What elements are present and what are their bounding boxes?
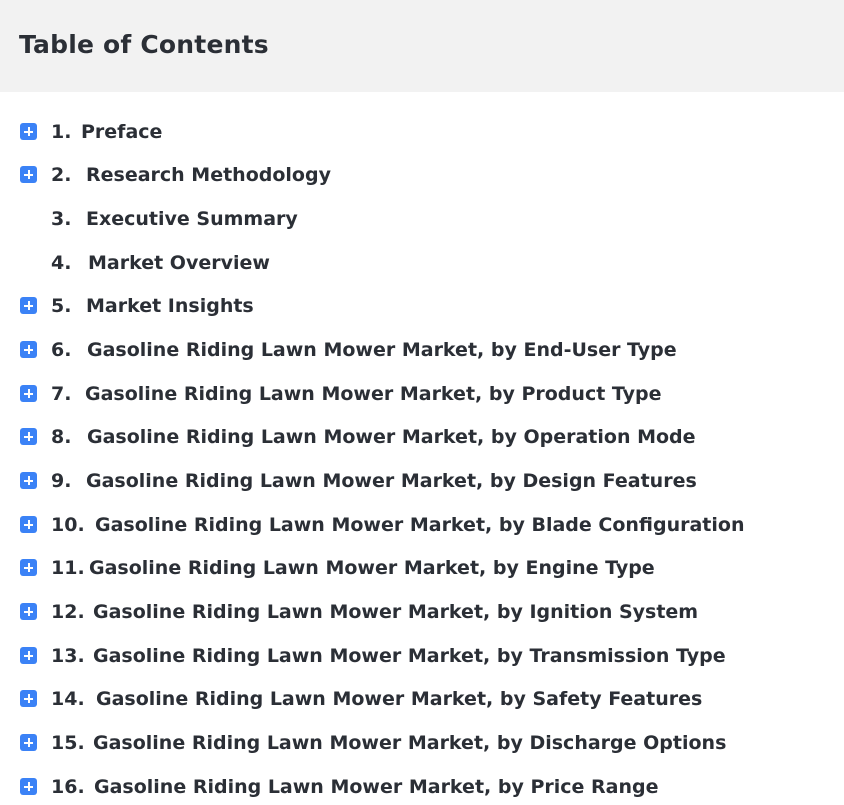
- plus-square-icon[interactable]: [20, 385, 37, 402]
- toc-item-label[interactable]: Gasoline Riding Lawn Mower Market, by Tr…: [93, 642, 726, 670]
- toc-item-label[interactable]: Gasoline Riding Lawn Mower Market, by Sa…: [96, 685, 702, 713]
- plus-square-icon[interactable]: [20, 647, 37, 664]
- toc-item-number: 9.: [51, 470, 72, 492]
- toc-item-number: 14.: [51, 688, 85, 710]
- toc-item-label[interactable]: Gasoline Riding Lawn Mower Market, by En…: [87, 336, 677, 364]
- toc-item-label[interactable]: Gasoline Riding Lawn Mower Market, by Di…: [93, 729, 726, 757]
- toc-item-label[interactable]: Gasoline Riding Lawn Mower Market, by Bl…: [95, 511, 744, 539]
- plus-square-icon[interactable]: [20, 778, 37, 795]
- toc-item-label[interactable]: Research Methodology: [86, 161, 331, 189]
- toc-item-number: 13.: [51, 645, 85, 667]
- toc-item-label[interactable]: Market Overview: [88, 249, 270, 277]
- toc-item-number: 4.: [51, 252, 72, 274]
- plus-square-icon[interactable]: [20, 341, 37, 358]
- toc-item-number: 16.: [51, 776, 85, 798]
- toc-item-label[interactable]: Gasoline Riding Lawn Mower Market, by Op…: [87, 423, 696, 451]
- toc-item-label[interactable]: Gasoline Riding Lawn Mower Market, by Pr…: [85, 380, 661, 408]
- toc-item-number: 15.: [51, 732, 85, 754]
- toc-item-label[interactable]: Market Insights: [86, 292, 254, 320]
- toc-item-label[interactable]: Gasoline Riding Lawn Mower Market, by Ig…: [93, 598, 698, 626]
- toc-item-number: 6.: [51, 339, 72, 361]
- toc-item-label[interactable]: Preface: [81, 118, 162, 146]
- plus-square-icon[interactable]: [20, 734, 37, 751]
- toc-item-number: 2.: [51, 164, 72, 186]
- toc-item-number: 8.: [51, 426, 72, 448]
- toc-item-label[interactable]: Executive Summary: [86, 205, 298, 233]
- plus-square-icon[interactable]: [20, 297, 37, 314]
- plus-square-icon[interactable]: [20, 690, 37, 707]
- page-title: Table of Contents: [19, 30, 269, 59]
- toc-item-label[interactable]: Gasoline Riding Lawn Mower Market, by De…: [86, 467, 697, 495]
- toc-header: Table of Contents: [0, 0, 844, 92]
- plus-square-icon[interactable]: [20, 123, 37, 140]
- plus-square-icon[interactable]: [20, 516, 37, 533]
- toc-item-number: 1.: [51, 121, 72, 143]
- toc-item-number: 3.: [51, 208, 72, 230]
- toc-item-number: 7.: [51, 383, 72, 405]
- toc-item-number: 10.: [51, 514, 85, 536]
- plus-square-icon[interactable]: [20, 559, 37, 576]
- plus-square-icon[interactable]: [20, 472, 37, 489]
- plus-square-icon[interactable]: [20, 603, 37, 620]
- plus-square-icon[interactable]: [20, 428, 37, 445]
- toc-item-number: 11.: [51, 557, 85, 579]
- toc-item-label[interactable]: Gasoline Riding Lawn Mower Market, by Pr…: [94, 773, 659, 801]
- plus-square-icon[interactable]: [20, 166, 37, 183]
- toc-item-number: 12.: [51, 601, 85, 623]
- toc-item-number: 5.: [51, 295, 72, 317]
- toc-item-label[interactable]: Gasoline Riding Lawn Mower Market, by En…: [89, 554, 655, 582]
